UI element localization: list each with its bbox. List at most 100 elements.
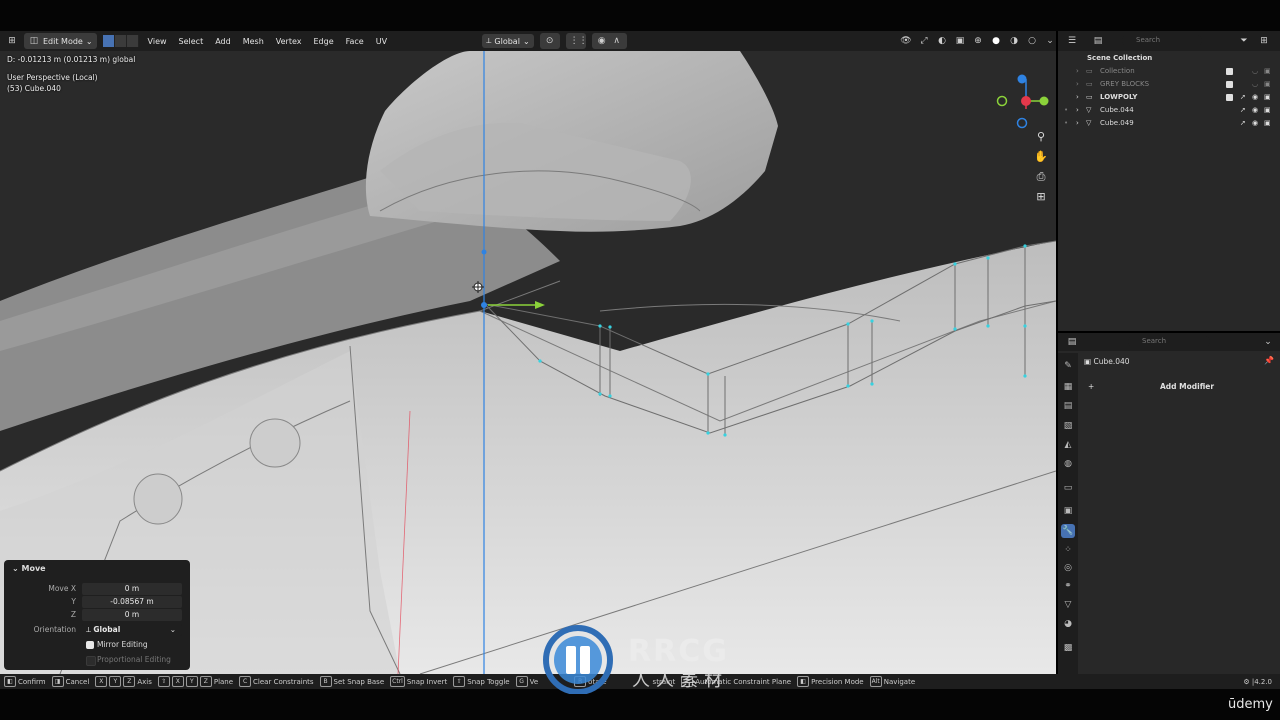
scene-collection[interactable]: Scene Collection xyxy=(1058,52,1280,65)
add-modifier-button[interactable]: + Add Modifier xyxy=(1084,380,1274,393)
particles-tab-icon[interactable]: ⁘ xyxy=(1061,543,1075,557)
collection-checkbox[interactable] xyxy=(1226,94,1233,101)
proportional-dropdown[interactable]: ◉ ∧ xyxy=(591,33,627,49)
outliner-row-cube-049[interactable]: • › ▽ Cube.049 ➚ ◉ ▣ xyxy=(1058,117,1280,130)
outliner-row-collection[interactable]: › ▭ Collection ◡ ▣ xyxy=(1058,65,1280,78)
properties-editor[interactable]: ▤ Search ⌄ ✎ ▦ ▤ ▧ ◭ ◍ ▭ ▣ 🔧 ⁘ ◎ ⚭ ▽ ◕ ▩… xyxy=(1058,333,1280,674)
face-select-icon[interactable] xyxy=(126,35,139,47)
select-mode-toggle[interactable] xyxy=(102,35,139,47)
collection-checkbox[interactable] xyxy=(1226,81,1233,88)
shading-rendered-icon[interactable]: ○ xyxy=(1026,35,1038,47)
edit-mode-icon: ◫ xyxy=(29,36,39,46)
data-tab-icon[interactable]: ▽ xyxy=(1061,598,1075,612)
camera-icon[interactable]: ▣ xyxy=(1264,117,1271,130)
chevron-right-icon[interactable]: › xyxy=(1076,78,1079,91)
menu-vertex[interactable]: Vertex xyxy=(273,35,305,48)
outliner-row-lowpoly[interactable]: › ▭ LOWPOLY ➚ ◉ ▣ xyxy=(1058,91,1280,104)
camera-icon[interactable]: ▣ xyxy=(1264,91,1271,104)
physics-tab-icon[interactable]: ◎ xyxy=(1061,561,1075,575)
modifier-tab-icon[interactable]: 🔧 xyxy=(1061,524,1075,538)
camera-icon[interactable]: ▣ xyxy=(1264,65,1271,78)
menu-select[interactable]: Select xyxy=(176,35,207,48)
mirror-editing-checkbox[interactable] xyxy=(86,641,94,649)
edge-select-icon[interactable] xyxy=(114,35,127,47)
move-z-field[interactable]: 0 m xyxy=(82,609,182,621)
move-operator-panel[interactable]: ⌄ Move Move X 0 m Y -0.08567 m Z 0 m Ori… xyxy=(4,560,190,670)
collection-checkbox[interactable] xyxy=(1226,68,1233,75)
eye-icon[interactable]: ◡ xyxy=(1252,78,1258,91)
eye-icon[interactable]: ◉ xyxy=(1252,104,1258,117)
overlay-icon[interactable]: ◐ xyxy=(936,35,948,47)
zoom-icon[interactable]: ⚲ xyxy=(1032,128,1050,146)
select-arrow-icon[interactable]: ➚ xyxy=(1240,104,1246,117)
tool-tab-icon[interactable]: ✎ xyxy=(1061,359,1075,373)
chevron-right-icon[interactable]: › xyxy=(1076,91,1079,104)
move-x-field[interactable]: 0 m xyxy=(82,583,182,595)
shading-solid-icon[interactable]: ● xyxy=(990,35,1002,47)
status-vert-edge-slide: G Ve xyxy=(515,676,538,687)
new-collection-icon[interactable]: ⊞ xyxy=(1258,35,1270,47)
outliner-row-cube-044[interactable]: • › ▽ Cube.044 ➚ ◉ ▣ xyxy=(1058,104,1280,117)
outliner-editor-icon[interactable]: ☰ xyxy=(1066,35,1078,47)
active-vertex[interactable] xyxy=(481,302,487,308)
select-arrow-icon[interactable]: ➚ xyxy=(1240,91,1246,104)
shading-wireframe-icon[interactable]: ⊕ xyxy=(972,35,984,47)
visibility-icon[interactable]: 👁 xyxy=(900,35,912,47)
vertex-select-icon[interactable] xyxy=(102,35,115,47)
transform-orientation-dropdown[interactable]: ⟂ Global ⌄ xyxy=(482,34,534,48)
chevron-down-icon[interactable]: ⌄ xyxy=(1262,336,1274,348)
scene-tab-icon[interactable]: ◭ xyxy=(1061,438,1075,452)
texture-tab-icon[interactable]: ▩ xyxy=(1061,641,1075,655)
material-tab-icon[interactable]: ◕ xyxy=(1061,617,1075,631)
chevron-right-icon[interactable]: › xyxy=(1076,117,1079,130)
camera-icon[interactable]: ⎙ xyxy=(1032,168,1050,186)
chevron-down-icon[interactable]: ⌄ xyxy=(1044,35,1056,47)
chevron-right-icon[interactable]: › xyxy=(1076,65,1079,78)
menu-edge[interactable]: Edge xyxy=(311,35,337,48)
mode-dropdown[interactable]: ◫ Edit Mode ⌄ xyxy=(24,33,97,49)
eye-icon[interactable]: ◉ xyxy=(1252,91,1258,104)
chevron-right-icon[interactable]: › xyxy=(1076,104,1079,117)
pin-icon[interactable]: 📌 xyxy=(1264,356,1274,365)
output-tab-icon[interactable]: ▤ xyxy=(1061,399,1075,413)
eye-icon[interactable]: ◡ xyxy=(1252,65,1258,78)
navigation-gizmo[interactable] xyxy=(996,71,1054,131)
pan-hand-icon[interactable]: ✋ xyxy=(1032,148,1050,166)
outliner[interactable]: ☰ ▤ Search ⏷ ⊞ Scene Collection › ▭ Coll… xyxy=(1058,31,1280,331)
menu-face[interactable]: Face xyxy=(343,35,367,48)
gizmo-icon[interactable]: ⤢ xyxy=(918,35,930,47)
camera-icon[interactable]: ▣ xyxy=(1264,78,1271,91)
eye-icon[interactable]: ◉ xyxy=(1252,117,1258,130)
outliner-row-grey-blocks[interactable]: › ▭ GREY BLOCKS ◡ ▣ xyxy=(1058,78,1280,91)
outliner-search-input[interactable]: Search xyxy=(1122,35,1202,46)
render-tab-icon[interactable]: ▦ xyxy=(1061,380,1075,394)
world-tab-icon[interactable]: ◍ xyxy=(1061,457,1075,471)
proportional-editing-checkbox[interactable] xyxy=(86,656,96,666)
perspective-grid-icon[interactable]: ⊞ xyxy=(1032,188,1050,206)
view-layer-tab-icon[interactable]: ▧ xyxy=(1061,419,1075,433)
filter-icon[interactable]: ⏷ xyxy=(1238,35,1250,47)
camera-icon[interactable]: ▣ xyxy=(1264,104,1271,117)
orientation-dropdown[interactable]: ⟂ Global ⌄ xyxy=(82,624,182,636)
menu-view[interactable]: View xyxy=(145,35,170,48)
menu-uv[interactable]: UV xyxy=(373,35,390,48)
pivot-dropdown[interactable]: ⊙ xyxy=(539,33,560,49)
key-alt: Alt xyxy=(869,676,882,687)
properties-editor-icon[interactable]: ▤ xyxy=(1066,336,1078,348)
snap-dropdown[interactable]: ⋮⋮ xyxy=(565,33,588,49)
select-arrow-icon[interactable]: ➚ xyxy=(1240,117,1246,130)
collection-tab-icon[interactable]: ▭ xyxy=(1061,481,1075,495)
xray-icon[interactable]: ▣ xyxy=(954,35,966,47)
menu-mesh[interactable]: Mesh xyxy=(240,35,267,48)
display-mode-icon[interactable]: ▤ xyxy=(1092,35,1104,47)
move-panel-title[interactable]: ⌄ Move xyxy=(12,564,46,573)
shading-material-icon[interactable]: ◑ xyxy=(1008,35,1020,47)
collection-icon: ▭ xyxy=(1086,67,1093,75)
editor-type-icon[interactable]: ⊞ xyxy=(6,35,18,47)
object-tab-icon[interactable]: ▣ xyxy=(1061,504,1075,518)
properties-search-input[interactable]: Search xyxy=(1128,336,1210,347)
move-y-field[interactable]: -0.08567 m xyxy=(82,596,182,608)
collection-name: GREY BLOCKS xyxy=(1100,80,1150,88)
menu-add[interactable]: Add xyxy=(212,35,234,48)
constraints-tab-icon[interactable]: ⚭ xyxy=(1061,579,1075,593)
